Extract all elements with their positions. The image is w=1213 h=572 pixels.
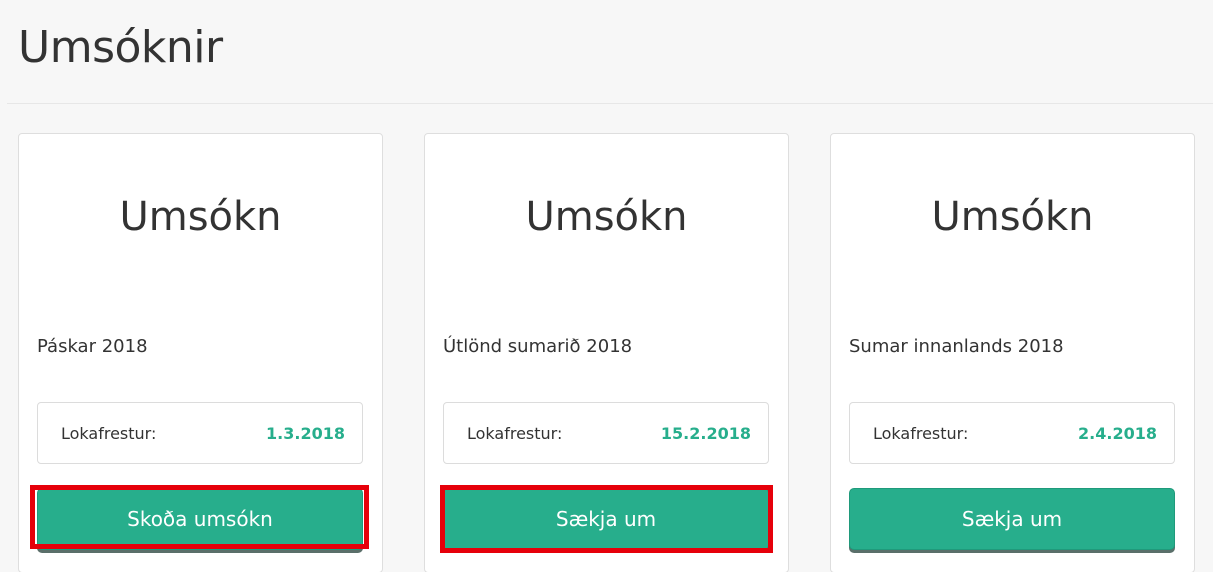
- deadline-value: 1.3.2018: [266, 424, 345, 443]
- card-name: Sumar innanlands 2018: [849, 336, 1064, 357]
- deadline-label: Lokafrestur:: [873, 424, 969, 443]
- card-title: Umsókn: [119, 194, 282, 240]
- card-name: Páskar 2018: [37, 336, 148, 357]
- title-divider: [7, 103, 1213, 104]
- page: Umsóknir Umsókn Páskar 2018 Lokafrestur:…: [0, 0, 1213, 572]
- view-application-button[interactable]: Skoða umsókn: [37, 488, 363, 550]
- card-title: Umsókn: [525, 194, 688, 240]
- card-title: Umsókn: [931, 194, 1094, 240]
- apply-button[interactable]: Sækja um: [443, 488, 769, 550]
- application-card-utlond: Umsókn Útlönd sumarið 2018 Lokafrestur: …: [424, 133, 789, 572]
- deadline-value: 2.4.2018: [1078, 424, 1157, 443]
- application-card-paskar: Umsókn Páskar 2018 Lokafrestur: 1.3.2018…: [18, 133, 383, 572]
- page-title: Umsóknir: [18, 22, 223, 73]
- apply-button[interactable]: Sækja um: [849, 488, 1175, 550]
- application-card-sumar: Umsókn Sumar innanlands 2018 Lokafrestur…: [830, 133, 1195, 572]
- deadline-label: Lokafrestur:: [467, 424, 563, 443]
- deadline-box: Lokafrestur: 15.2.2018: [443, 402, 769, 464]
- deadline-box: Lokafrestur: 2.4.2018: [849, 402, 1175, 464]
- deadline-label: Lokafrestur:: [61, 424, 157, 443]
- card-name: Útlönd sumarið 2018: [443, 336, 633, 357]
- deadline-box: Lokafrestur: 1.3.2018: [37, 402, 363, 464]
- deadline-value: 15.2.2018: [660, 424, 751, 443]
